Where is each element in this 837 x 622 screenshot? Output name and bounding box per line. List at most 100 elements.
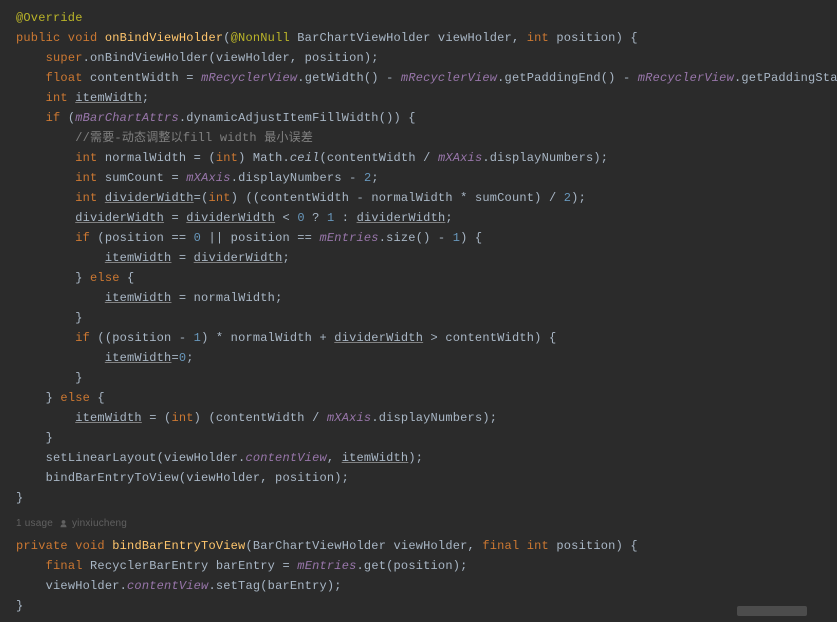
code-line[interactable]: int itemWidth; [16, 88, 837, 108]
cast: int [171, 411, 193, 425]
var: dividerWidth [334, 331, 423, 345]
var: itemWidth [105, 351, 172, 365]
type: RecyclerBarEntry [90, 559, 208, 573]
brace: } [16, 599, 23, 613]
keyword: int [75, 191, 97, 205]
code-line[interactable]: dividerWidth = dividerWidth < 0 ? 1 : di… [16, 208, 837, 228]
code-line[interactable]: } [16, 428, 837, 448]
var: itemWidth [105, 291, 172, 305]
code-line[interactable]: super.onBindViewHolder(viewHolder, posit… [16, 48, 837, 68]
keyword: int [46, 91, 68, 105]
op: =( [194, 191, 209, 205]
cast: int [208, 191, 230, 205]
field: mRecyclerView [638, 71, 734, 85]
var: barEntry [216, 559, 275, 573]
op: = [171, 351, 178, 365]
code-line[interactable]: if (mBarChartAttrs.dynamicAdjustItemFill… [16, 108, 837, 128]
op: = [164, 211, 186, 225]
field: mXAxis [327, 411, 371, 425]
code-line[interactable]: float contentWidth = mRecyclerView.getWi… [16, 68, 837, 88]
annotation-override: @Override [16, 11, 83, 25]
code-line[interactable]: itemWidth = dividerWidth; [16, 248, 837, 268]
call: .getPaddingStart(); [734, 71, 837, 85]
number: 1 [194, 331, 201, 345]
method-name: bindBarEntryToView [112, 539, 245, 553]
code-line[interactable]: bindBarEntryToView(viewHolder, position)… [16, 468, 837, 488]
code-line[interactable]: //需要-动态调整以fill width 最小误差 [16, 128, 837, 148]
code-line[interactable]: final RecyclerBarEntry barEntry = mEntri… [16, 556, 837, 576]
keyword: int [75, 151, 97, 165]
code-line[interactable]: } [16, 596, 837, 616]
field: mEntries [297, 559, 356, 573]
param: viewHolder [438, 31, 512, 45]
param: viewHolder [394, 539, 468, 553]
keyword: int [75, 171, 97, 185]
keyword: if [75, 231, 90, 245]
code-line[interactable]: } [16, 488, 837, 508]
call: .displayNumbers); [482, 151, 608, 165]
call: .displayNumbers); [371, 411, 497, 425]
field: contentView [245, 451, 326, 465]
keyword: int [527, 31, 549, 45]
call: bindBarEntryToView(viewHolder, position)… [46, 471, 349, 485]
var: itemWidth [75, 91, 142, 105]
var: dividerWidth [186, 211, 275, 225]
code-line[interactable]: itemWidth = normalWidth; [16, 288, 837, 308]
text: ) { [460, 231, 482, 245]
code-line[interactable]: public void onBindViewHolder(@NonNull Ba… [16, 28, 837, 48]
code-line[interactable]: itemWidth = (int) (contentWidth / mXAxis… [16, 408, 837, 428]
number: 0 [297, 211, 304, 225]
text: ) * normalWidth + [201, 331, 334, 345]
var: dividerWidth [75, 211, 164, 225]
call: setLinearLayout(viewHolder. [46, 451, 246, 465]
semi: ); [571, 191, 586, 205]
op: = ( [186, 151, 216, 165]
horizontal-scrollbar-thumb[interactable] [737, 606, 807, 616]
code-line[interactable]: } [16, 368, 837, 388]
op: = [164, 171, 186, 185]
usages-hint[interactable]: 1 usage yinxiucheng [16, 514, 837, 534]
number: 0 [194, 231, 201, 245]
code-line[interactable]: int sumCount = mXAxis.displayNumbers - 2… [16, 168, 837, 188]
cast: int [216, 151, 238, 165]
keyword: else [90, 271, 120, 285]
var: contentWidth [90, 71, 179, 85]
brace: { [120, 271, 135, 285]
semi: ); [408, 451, 423, 465]
semi: ; [371, 171, 378, 185]
static-call: ceil [290, 151, 320, 165]
brace: } [46, 391, 61, 405]
type: BarChartViewHolder [297, 31, 430, 45]
code-line[interactable]: if ((position - 1) * normalWidth + divid… [16, 328, 837, 348]
brace: } [75, 371, 82, 385]
field: contentView [127, 579, 208, 593]
semi: ; [186, 351, 193, 365]
code-line[interactable]: viewHolder.contentView.setTag(barEntry); [16, 576, 837, 596]
op: = [171, 251, 193, 265]
op: ? [305, 211, 327, 225]
comment: //需要-动态调整以fill width 最小误差 [75, 131, 313, 145]
args: (contentWidth / [320, 151, 438, 165]
code-line[interactable]: int normalWidth = (int) Math.ceil(conten… [16, 148, 837, 168]
text: ) ((contentWidth - normalWidth * sumCoun… [231, 191, 564, 205]
text: .displayNumbers - [231, 171, 364, 185]
text: viewHolder. [46, 579, 127, 593]
code-line[interactable]: private void bindBarEntryToView(BarChart… [16, 536, 837, 556]
code-line[interactable]: @Override [16, 8, 837, 28]
paren: ( [60, 111, 75, 125]
code-line[interactable]: } [16, 308, 837, 328]
param-annotation: @NonNull [231, 31, 290, 45]
code-line[interactable]: setLinearLayout(viewHolder.contentView, … [16, 448, 837, 468]
op: = ( [142, 411, 172, 425]
text: ) Math. [238, 151, 290, 165]
keyword: float [46, 71, 83, 85]
text: = normalWidth; [171, 291, 282, 305]
code-line[interactable]: if (position == 0 || position == mEntrie… [16, 228, 837, 248]
code-line[interactable]: } else { [16, 268, 837, 288]
code-line[interactable]: int dividerWidth=(int) ((contentWidth - … [16, 188, 837, 208]
type: BarChartViewHolder [253, 539, 386, 553]
code-line[interactable]: } else { [16, 388, 837, 408]
code-line[interactable]: itemWidth=0; [16, 348, 837, 368]
call: .size() - [379, 231, 453, 245]
keyword: else [60, 391, 90, 405]
